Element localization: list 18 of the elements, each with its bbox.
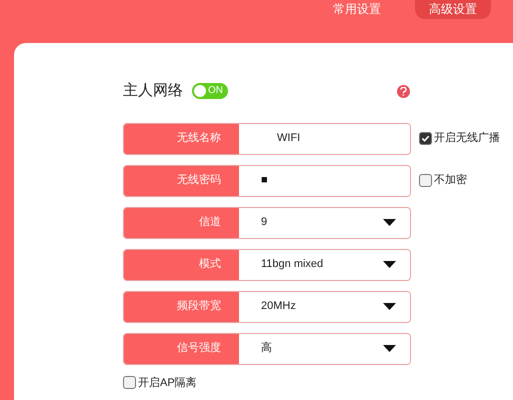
checkbox[interactable] — [123, 376, 136, 390]
checkbox-label: 不加密 — [434, 172, 467, 188]
tab[interactable]: 高级设置 — [415, 0, 491, 19]
field-label: 信号强度 — [124, 334, 239, 364]
field-label: 频段带宽 — [124, 292, 239, 322]
check-icon — [421, 134, 430, 143]
section-title: 主人网络 — [123, 81, 183, 101]
help-icon[interactable] — [397, 84, 410, 98]
caret-icon — [383, 345, 396, 352]
field-label: 模式 — [124, 250, 239, 280]
checkbox-label: 开启AP隔离 — [138, 376, 197, 390]
caret-icon — [383, 219, 396, 226]
checkbox-label: 开启无线广播 — [434, 130, 500, 146]
checkbox[interactable] — [419, 132, 432, 145]
field-label: 信道 — [124, 208, 239, 238]
caret-icon — [383, 261, 396, 268]
checkbox[interactable] — [419, 174, 432, 187]
caret-icon — [383, 303, 396, 310]
